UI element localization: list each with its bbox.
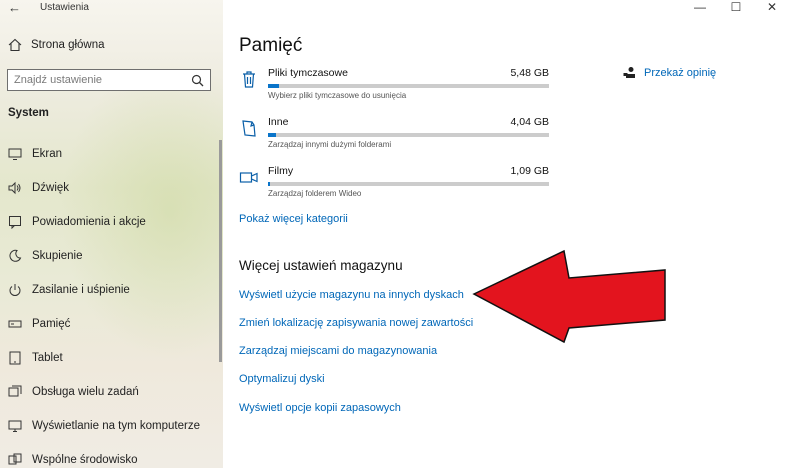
red-arrow-annotation [472, 249, 666, 344]
maximize-button[interactable]: ☐ [718, 0, 754, 14]
backup-options-link[interactable]: Wyświetl opcje kopii zapasowych [239, 402, 401, 414]
storage-item-videos[interactable]: Filmy 1,09 GB Zarządzaj folderem Wideo [239, 165, 553, 203]
sidebar-item-zasilanie[interactable]: Zasilanie i uśpienie [0, 273, 223, 307]
more-storage-settings-heading: Więcej ustawień magazynu [239, 258, 403, 273]
sidebar-item-ekran[interactable]: Ekran [0, 137, 223, 171]
main-content: — ☐ ✕ Pamięć Pliki tymczasowe 5,48 GB Wy… [223, 0, 800, 468]
projecting-icon [8, 420, 22, 432]
other-files-icon [242, 120, 256, 137]
sidebar-item-label: Obsługa wielu zadań [32, 386, 139, 398]
manage-storage-spaces-link[interactable]: Zarządzaj miejscami do magazynowania [239, 345, 437, 357]
sidebar-item-label: Wspólne środowisko [32, 454, 138, 466]
usage-bar [268, 182, 549, 186]
optimize-drives-link[interactable]: Optymalizuj dyski [239, 373, 325, 385]
sidebar-item-label: Dźwięk [32, 182, 70, 194]
sidebar-item-skupienie[interactable]: Skupienie [0, 239, 223, 273]
usage-bar [268, 133, 549, 137]
window-controls: — ☐ ✕ [682, 0, 790, 14]
app-title: Ustawienia [40, 2, 89, 13]
trash-icon [243, 71, 255, 88]
storage-item-name: Filmy [268, 165, 294, 177]
storage-item-name: Pliki tymczasowe [268, 67, 348, 79]
storage-item-desc: Zarządzaj folderem Wideo [268, 189, 362, 198]
storage-icon [8, 320, 22, 328]
usage-bar-fill [268, 133, 277, 137]
section-title: System [8, 107, 49, 119]
storage-item-temp-files[interactable]: Pliki tymczasowe 5,48 GB Wybierz pliki t… [239, 67, 553, 105]
search-input[interactable]: Znajdź ustawienie [7, 69, 211, 91]
storage-item-desc: Zarządzaj innymi dużymi folderami [268, 140, 392, 149]
storage-item-size: 1,09 GB [510, 165, 549, 177]
home-nav-item[interactable]: Strona główna [8, 38, 105, 52]
red-arrow-shape [472, 249, 666, 344]
sidebar-item-dzwiek[interactable]: Dźwięk [0, 171, 223, 205]
sidebar-item-wspolne[interactable]: Wspólne środowisko [0, 443, 223, 468]
sidebar-item-pamiec[interactable]: Pamięć [0, 307, 223, 341]
feedback-link[interactable]: Przekaż opinię [623, 66, 716, 79]
sidebar-item-label: Wyświetlanie na tym komputerze [32, 420, 200, 432]
view-other-drives-link[interactable]: Wyświetl użycie magazynu na innych dyska… [239, 289, 464, 301]
video-icon [239, 172, 258, 183]
home-icon [8, 38, 22, 52]
sidebar-item-label: Ekran [32, 148, 63, 160]
sidebar-item-label: Pamięć [32, 318, 71, 330]
usage-bar [268, 84, 549, 88]
sidebar-item-label: Zasilanie i uśpienie [32, 284, 130, 296]
storage-item-size: 4,04 GB [510, 116, 549, 128]
tablet-icon [9, 351, 21, 365]
search-placeholder: Znajdź ustawienie [14, 74, 103, 86]
sidebar: ← Ustawienia Strona główna Znajdź ustawi… [0, 0, 223, 468]
nav-list: Ekran Dźwięk Powiadomienia i akcje Skupi… [0, 137, 223, 468]
multitasking-icon [8, 385, 22, 397]
sidebar-item-label: Powiadomienia i akcje [32, 216, 146, 228]
close-button[interactable]: ✕ [754, 0, 790, 14]
sidebar-item-label: Tablet [32, 352, 63, 364]
sidebar-item-tablet[interactable]: Tablet [0, 341, 223, 375]
minimize-button[interactable]: — [682, 0, 718, 14]
usage-bar-fill [268, 182, 271, 186]
change-save-location-link[interactable]: Zmień lokalizację zapisywania nowej zawa… [239, 317, 473, 329]
search-icon [191, 74, 204, 86]
sidebar-item-wielozadaniowosc[interactable]: Obsługa wielu zadań [0, 375, 223, 409]
shared-experiences-icon [8, 453, 22, 465]
sidebar-item-wyswietlanie[interactable]: Wyświetlanie na tym komputerze [0, 409, 223, 443]
sidebar-scrollbar[interactable] [219, 140, 222, 362]
storage-item-name: Inne [268, 116, 289, 128]
display-icon [8, 148, 22, 160]
sidebar-item-powiadomienia[interactable]: Powiadomienia i akcje [0, 205, 223, 239]
storage-item-size: 5,48 GB [510, 67, 549, 79]
notifications-icon [9, 216, 21, 229]
page-title: Pamięć [239, 35, 303, 56]
power-icon [9, 284, 21, 296]
speaker-icon [8, 181, 21, 195]
sidebar-item-label: Skupienie [32, 250, 83, 262]
feedback-icon [623, 67, 635, 78]
feedback-label: Przekaż opinię [644, 66, 717, 79]
home-label: Strona główna [31, 39, 105, 51]
storage-item-other[interactable]: Inne 4,04 GB Zarządzaj innymi dużymi fol… [239, 116, 553, 154]
focus-moon-icon [9, 249, 22, 262]
back-arrow-icon[interactable]: ← [8, 0, 21, 15]
usage-bar-fill [268, 84, 280, 88]
storage-item-desc: Wybierz pliki tymczasowe do usunięcia [268, 91, 407, 100]
show-more-categories-link[interactable]: Pokaż więcej kategorii [239, 213, 348, 225]
